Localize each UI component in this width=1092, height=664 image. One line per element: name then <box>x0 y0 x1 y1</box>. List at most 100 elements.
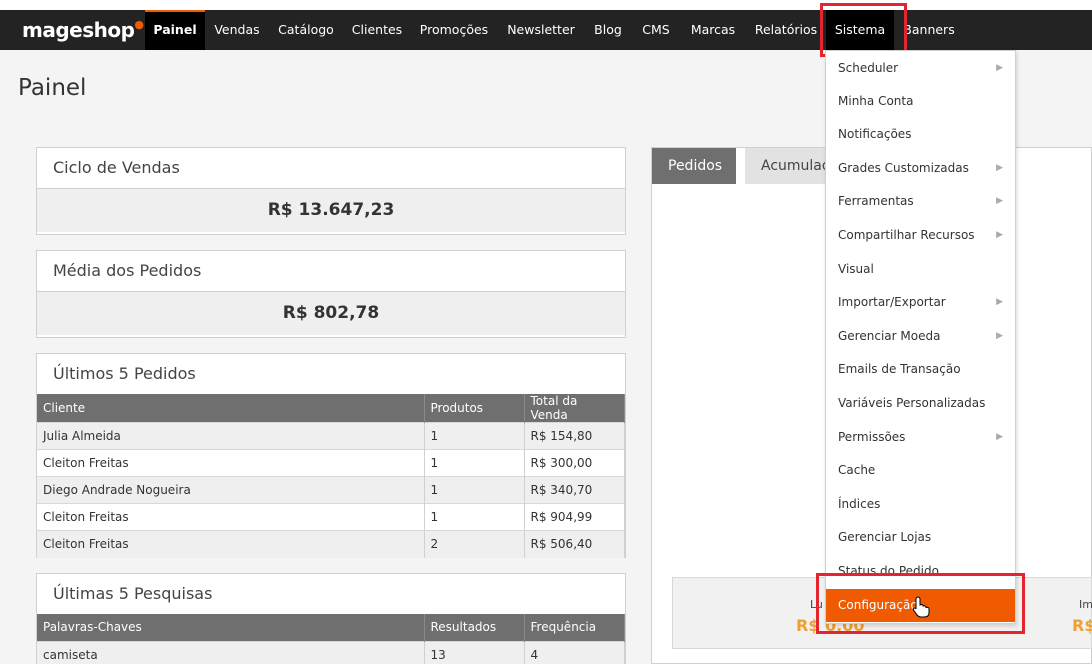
menu-item-label: Minha Conta <box>838 94 914 108</box>
submenu-arrow-icon: ▶ <box>996 63 1003 73</box>
nav-vendas[interactable]: Vendas <box>207 10 267 50</box>
nav-marcas[interactable]: Marcas <box>682 10 744 50</box>
table-row[interactable]: Cleiton Freitas 2 R$ 506,40 <box>37 530 625 558</box>
submenu-arrow-icon: ▶ <box>996 196 1003 206</box>
last-orders-title: Últimos 5 Pedidos <box>53 364 196 383</box>
table-row[interactable]: Cleiton Freitas 1 R$ 904,99 <box>37 503 625 531</box>
submenu-arrow-icon: ▶ <box>996 331 1003 341</box>
last-searches-title: Últimas 5 Pesquisas <box>53 584 213 603</box>
menu-item-permissoes[interactable]: Permissões ▶ <box>826 421 1015 454</box>
last-orders-table: Cliente Produtos Total da Venda Julia Al… <box>37 394 625 558</box>
table-row[interactable]: camiseta 13 4 <box>37 640 625 664</box>
logo-text: mageshop <box>22 18 135 42</box>
menu-item-gerenciar-moeda[interactable]: Gerenciar Moeda ▶ <box>826 320 1015 353</box>
stat-left-label: Lu <box>810 598 823 611</box>
submenu-arrow-icon: ▶ <box>996 432 1003 442</box>
table-cell: 2 <box>424 530 525 558</box>
table-cell: R$ 904,99 <box>524 503 625 531</box>
table-cell: 1 <box>424 476 525 504</box>
menu-item-label: Gerenciar Moeda <box>838 329 941 343</box>
table-cell: Julia Almeida <box>37 422 425 450</box>
menu-item-visual[interactable]: Visual <box>826 253 1015 286</box>
menu-item-label: Visual <box>838 262 874 276</box>
submenu-arrow-icon: ▶ <box>996 163 1003 173</box>
column-header: Resultados <box>424 614 525 641</box>
nav-promocoes[interactable]: Promoções <box>412 10 496 50</box>
table-cell: 1 <box>424 503 525 531</box>
stat-right-value: R$ <box>1072 616 1092 635</box>
table-cell: 13 <box>424 640 525 664</box>
menu-item-scheduler[interactable]: Scheduler ▶ <box>826 52 1015 85</box>
menu-item-label: Status do Pedido <box>838 564 939 578</box>
column-header: Cliente <box>37 394 425 423</box>
table-row[interactable]: Diego Andrade Nogueira 1 R$ 340,70 <box>37 476 625 504</box>
column-header: Palavras-Chaves <box>37 614 425 641</box>
menu-item-minha-conta[interactable]: Minha Conta <box>826 85 1015 118</box>
logo-accent-icon: ● <box>134 18 144 31</box>
sales-cycle-panel: Ciclo de Vendas R$ 13.647,23 <box>36 147 626 235</box>
avg-orders-value: R$ 802,78 <box>37 291 625 335</box>
nav-clientes[interactable]: Clientes <box>345 10 409 50</box>
menu-item-compartilhar-recursos[interactable]: Compartilhar Recursos ▶ <box>826 219 1015 252</box>
hand-cursor-icon <box>912 596 930 618</box>
menu-item-cache[interactable]: Cache <box>826 454 1015 487</box>
menu-item-label: Importar/Exportar <box>838 295 946 309</box>
table-cell: Cleiton Freitas <box>37 449 425 477</box>
tab-pedidos[interactable]: Pedidos <box>652 148 736 184</box>
menu-item-label: Compartilhar Recursos <box>838 228 975 242</box>
column-header: Produtos <box>424 394 525 423</box>
nav-banners[interactable]: Banners <box>898 10 960 50</box>
table-cell: Diego Andrade Nogueira <box>37 476 425 504</box>
menu-item-notificacoes[interactable]: Notificações <box>826 118 1015 151</box>
last-searches-panel: Últimas 5 Pesquisas Palavras-Chaves Resu… <box>36 573 626 664</box>
menu-item-label: Variáveis Personalizadas <box>838 396 986 410</box>
table-cell: R$ 154,80 <box>524 422 625 450</box>
table-cell: R$ 300,00 <box>524 449 625 477</box>
avg-orders-panel: Média dos Pedidos R$ 802,78 <box>36 250 626 338</box>
nav-sistema[interactable]: Sistema <box>826 10 894 50</box>
nav-painel[interactable]: Painel <box>145 10 205 50</box>
nav-relatorios[interactable]: Relatórios <box>748 10 824 50</box>
sales-cycle-title: Ciclo de Vendas <box>53 158 180 177</box>
nav-newsletter[interactable]: Newsletter <box>500 10 582 50</box>
top-strip <box>0 0 1092 10</box>
stat-right-label: Im <box>1079 598 1092 611</box>
menu-item-gerenciar-lojas[interactable]: Gerenciar Lojas <box>826 521 1015 554</box>
column-header: Total da Venda <box>524 394 625 423</box>
table-cell: 1 <box>424 449 525 477</box>
table-row[interactable]: Cleiton Freitas 1 R$ 300,00 <box>37 449 625 477</box>
menu-item-variaveis-personalizadas[interactable]: Variáveis Personalizadas <box>826 387 1015 420</box>
nav-blog[interactable]: Blog <box>586 10 630 50</box>
menu-item-status-do-pedido[interactable]: Status do Pedido <box>826 555 1015 588</box>
table-cell: R$ 340,70 <box>524 476 625 504</box>
sales-cycle-value: R$ 13.647,23 <box>37 188 625 232</box>
table-cell: 1 <box>424 422 525 450</box>
nav-cms[interactable]: CMS <box>634 10 678 50</box>
menu-item-ferramentas[interactable]: Ferramentas ▶ <box>826 185 1015 218</box>
menu-item-emails-de-transacao[interactable]: Emails de Transação <box>826 353 1015 386</box>
menu-item-label: Cache <box>838 463 876 477</box>
table-cell: R$ 506,40 <box>524 530 625 558</box>
mageshop-logo[interactable]: mageshop● <box>22 18 144 42</box>
menu-item-label: Scheduler <box>838 61 899 75</box>
column-header: Frequência <box>524 614 625 641</box>
submenu-arrow-icon: ▶ <box>996 297 1003 307</box>
menu-item-label: Gerenciar Lojas <box>838 530 932 544</box>
table-cell: 4 <box>524 640 625 664</box>
table-cell: Cleiton Freitas <box>37 530 425 558</box>
menu-item-indices[interactable]: Índices <box>826 488 1015 521</box>
table-row[interactable]: Julia Almeida 1 R$ 154,80 <box>37 422 625 450</box>
last-searches-table: Palavras-Chaves Resultados Frequência ca… <box>37 614 625 664</box>
menu-item-label: Índices <box>838 497 881 511</box>
page-title: Painel <box>18 75 87 101</box>
menu-item-grades-customizadas[interactable]: Grades Customizadas ▶ <box>826 152 1015 185</box>
table-cell: Cleiton Freitas <box>37 503 425 531</box>
sistema-dropdown-menu: Scheduler ▶ Minha Conta Notificações Grad… <box>825 50 1016 624</box>
menu-item-label: Emails de Transação <box>838 362 961 376</box>
nav-catalogo[interactable]: Catálogo <box>271 10 341 50</box>
menu-item-label: Ferramentas <box>838 194 914 208</box>
menu-item-importar-exportar[interactable]: Importar/Exportar ▶ <box>826 286 1015 319</box>
last-orders-panel: Últimos 5 Pedidos Cliente Produtos Total… <box>36 353 626 558</box>
menu-item-label: Grades Customizadas <box>838 161 969 175</box>
table-cell: camiseta <box>37 640 425 664</box>
